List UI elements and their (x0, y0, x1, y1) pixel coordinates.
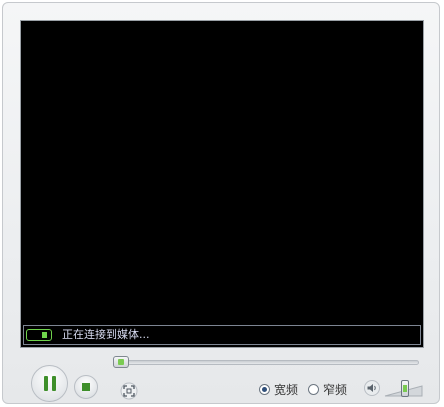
radio-widescreen-label: 宽频 (274, 383, 299, 397)
media-player: 正在连接到媒体... 宽频 窄频 (2, 2, 440, 404)
pause-icon (44, 376, 56, 391)
stop-button[interactable] (74, 375, 98, 399)
fullscreen-button[interactable] (119, 382, 139, 400)
seek-thumb[interactable] (113, 356, 129, 368)
seek-bar[interactable] (113, 360, 419, 365)
status-text: 正在连接到媒体... (62, 328, 150, 341)
status-bar: 正在连接到媒体... (23, 325, 421, 345)
video-screen[interactable] (22, 22, 422, 323)
fullscreen-icon (120, 382, 138, 400)
volume-button[interactable] (364, 380, 380, 396)
volume-icon (364, 380, 380, 396)
stop-icon (82, 383, 90, 391)
video-frame: 正在连接到媒体... (20, 20, 424, 348)
radio-narrow-label: 窄频 (323, 383, 348, 397)
radio-widescreen-indicator[interactable] (259, 384, 270, 395)
volume-thumb[interactable] (401, 380, 409, 397)
radio-narrow-indicator[interactable] (308, 384, 319, 395)
pause-button[interactable] (31, 365, 68, 402)
signal-icon (26, 329, 52, 341)
